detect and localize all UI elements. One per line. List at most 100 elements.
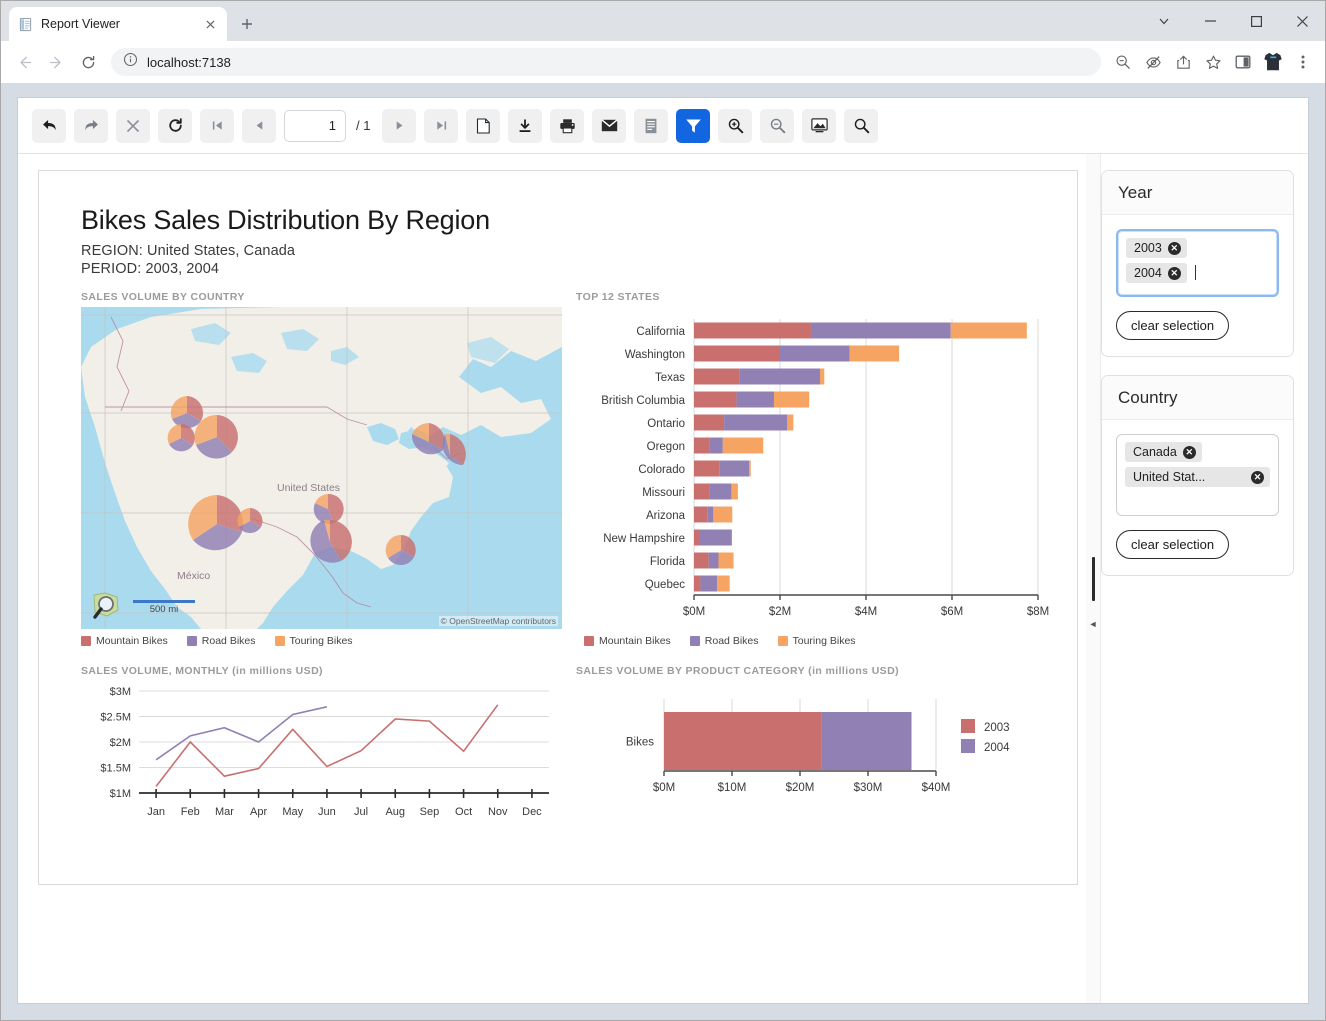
export-button[interactable] <box>508 108 543 143</box>
zoom-out-button[interactable] <box>760 108 795 143</box>
profile-avatar[interactable] <box>1259 48 1287 76</box>
print-button[interactable] <box>550 108 585 143</box>
window-close-icon[interactable] <box>1279 1 1325 41</box>
viewer-container: 1 / 1 Bikes Sales Distribution By Region… <box>1 83 1325 1020</box>
country-clear-selection-button[interactable]: clear selection <box>1116 530 1230 559</box>
forward-arrow-icon[interactable] <box>41 47 71 77</box>
svg-text:Dec: Dec <box>522 806 542 818</box>
zoom-in-button[interactable] <box>718 108 753 143</box>
remove-token-icon[interactable]: ✕ <box>1182 445 1196 459</box>
map-scale: 500 mi <box>133 600 195 615</box>
svg-text:Mar: Mar <box>215 806 234 818</box>
page-number-input[interactable]: 1 <box>284 109 346 142</box>
url-input[interactable]: localhost:7138 <box>111 48 1101 76</box>
back-button[interactable] <box>32 108 66 143</box>
info-circle-icon[interactable] <box>123 52 138 72</box>
email-button[interactable] <box>592 108 627 143</box>
browser-menu-icon[interactable] <box>1289 48 1317 76</box>
panel-splitter[interactable]: ◄ <box>1086 154 1100 1003</box>
next-page-button[interactable] <box>382 108 417 143</box>
country-token-canada[interactable]: Canada ✕ <box>1125 442 1202 462</box>
page-setup-button[interactable] <box>466 108 501 143</box>
top-states-chart[interactable]: California Washington Texas British Columbi… <box>576 307 1051 629</box>
category-section-label: SALES VOLUME BY PRODUCT CATEGORY (in mil… <box>576 665 899 677</box>
window-controls <box>1141 1 1325 41</box>
tab-search-chevron-down-icon[interactable] <box>1141 1 1187 41</box>
remove-token-icon[interactable]: ✕ <box>1167 241 1181 255</box>
svg-text:Nov: Nov <box>488 806 508 818</box>
legend-swatch-touring <box>274 636 285 646</box>
address-bar: localhost:7138 <box>1 41 1325 83</box>
sales-map[interactable]: United States México 500 mi © OpenStreet… <box>81 307 562 629</box>
token-label: 2003 <box>1134 241 1162 255</box>
parameters-sidebar: Year 2003 ✕ 2004 ✕ clear selection Count… <box>1100 154 1308 1003</box>
svg-text:$2.5M: $2.5M <box>100 712 131 724</box>
year-token-input[interactable]: 2003 ✕ 2004 ✕ <box>1116 229 1279 297</box>
side-panel-icon[interactable] <box>1229 48 1257 76</box>
country-token-input[interactable]: Canada ✕ United Stat... ✕ <box>1116 434 1279 516</box>
previous-page-button[interactable] <box>242 108 276 143</box>
text-cursor <box>1194 265 1196 280</box>
report-scroll-pane[interactable]: Bikes Sales Distribution By Region REGIO… <box>18 154 1086 1003</box>
year-token-2003[interactable]: 2003 ✕ <box>1126 238 1187 258</box>
pie-marker-florida <box>385 534 416 566</box>
page-total-label: / 1 <box>356 118 371 133</box>
collapse-arrow-icon[interactable]: ◄ <box>1089 619 1098 629</box>
map-panel: SALES VOLUME BY COUNTRY United States Mé… <box>81 291 562 647</box>
bookmark-star-icon[interactable] <box>1199 48 1227 76</box>
report-viewer: 1 / 1 Bikes Sales Distribution By Region… <box>17 97 1309 1004</box>
category-chart[interactable]: Bikes $0M $10M $20M $30M $40M 2003 2004 <box>576 681 1046 831</box>
reload-icon[interactable] <box>73 47 103 77</box>
document-map-button[interactable] <box>634 108 669 143</box>
tab-report-viewer[interactable]: Report Viewer <box>9 7 227 41</box>
splitter-grip[interactable] <box>1091 556 1095 601</box>
legend-item: Mountain Bikes <box>81 635 168 647</box>
new-tab-button[interactable] <box>233 10 261 38</box>
remove-token-icon[interactable]: ✕ <box>1167 266 1181 280</box>
year-clear-selection-button[interactable]: clear selection <box>1116 311 1230 340</box>
maximize-icon[interactable] <box>1233 1 1279 41</box>
map-label-mexico: México <box>177 570 210 582</box>
svg-text:Feb: Feb <box>181 806 200 818</box>
svg-text:$4M: $4M <box>855 606 877 618</box>
share-icon[interactable] <box>1169 48 1197 76</box>
legend-item: Touring Bikes <box>777 635 856 647</box>
magnifier-map-icon[interactable] <box>91 591 121 621</box>
zoom-out-icon[interactable] <box>1109 48 1137 76</box>
monthly-sales-chart[interactable]: $1M $1.5M $2M $2.5M $3M Jan Feb Mar Apr May Jun Jul… <box>81 681 562 831</box>
map-label-united-states: United States <box>277 482 340 494</box>
svg-text:Florida: Florida <box>650 556 686 568</box>
search-button[interactable] <box>844 108 879 143</box>
legend-label-touring: Touring Bikes <box>289 635 353 647</box>
country-token-united-states[interactable]: United Stat... ✕ <box>1125 467 1270 487</box>
map-scale-label: 500 mi <box>149 604 179 615</box>
legend-swatch-road <box>689 636 700 646</box>
parameters-button[interactable] <box>676 108 711 143</box>
country-filter-body: Canada ✕ United Stat... ✕ clear selectio… <box>1102 420 1293 575</box>
forward-button[interactable] <box>74 108 108 143</box>
legend-swatch-touring <box>777 636 788 646</box>
first-page-button[interactable] <box>200 108 234 143</box>
svg-text:$10M: $10M <box>718 782 747 794</box>
svg-text:Arizona: Arizona <box>646 510 686 522</box>
multipage-preview-button[interactable] <box>802 108 837 143</box>
eye-off-icon[interactable] <box>1139 48 1167 76</box>
svg-text:$0M: $0M <box>683 606 705 618</box>
last-page-button[interactable] <box>424 108 459 143</box>
legend-item: Mountain Bikes <box>584 635 671 647</box>
year-token-2004[interactable]: 2004 ✕ <box>1126 263 1187 283</box>
svg-text:Bikes: Bikes <box>626 737 654 749</box>
legend-label-touring: Touring Bikes <box>792 635 856 647</box>
legend-item: Road Bikes <box>186 635 256 647</box>
minimize-icon[interactable] <box>1187 1 1233 41</box>
stop-button[interactable] <box>116 108 150 143</box>
region-subtitle: REGION: United States, Canada <box>81 243 296 259</box>
category-panel: SALES VOLUME BY PRODUCT CATEGORY (in mil… <box>576 665 1051 836</box>
map-legend: Mountain Bikes Road Bikes Touring Bikes <box>81 635 562 647</box>
close-icon[interactable] <box>201 15 219 33</box>
remove-token-icon[interactable]: ✕ <box>1251 470 1264 484</box>
back-arrow-icon[interactable] <box>9 47 39 77</box>
refresh-button[interactable] <box>158 108 192 143</box>
svg-text:British Columbia: British Columbia <box>601 395 685 407</box>
svg-text:$3M: $3M <box>110 686 131 698</box>
